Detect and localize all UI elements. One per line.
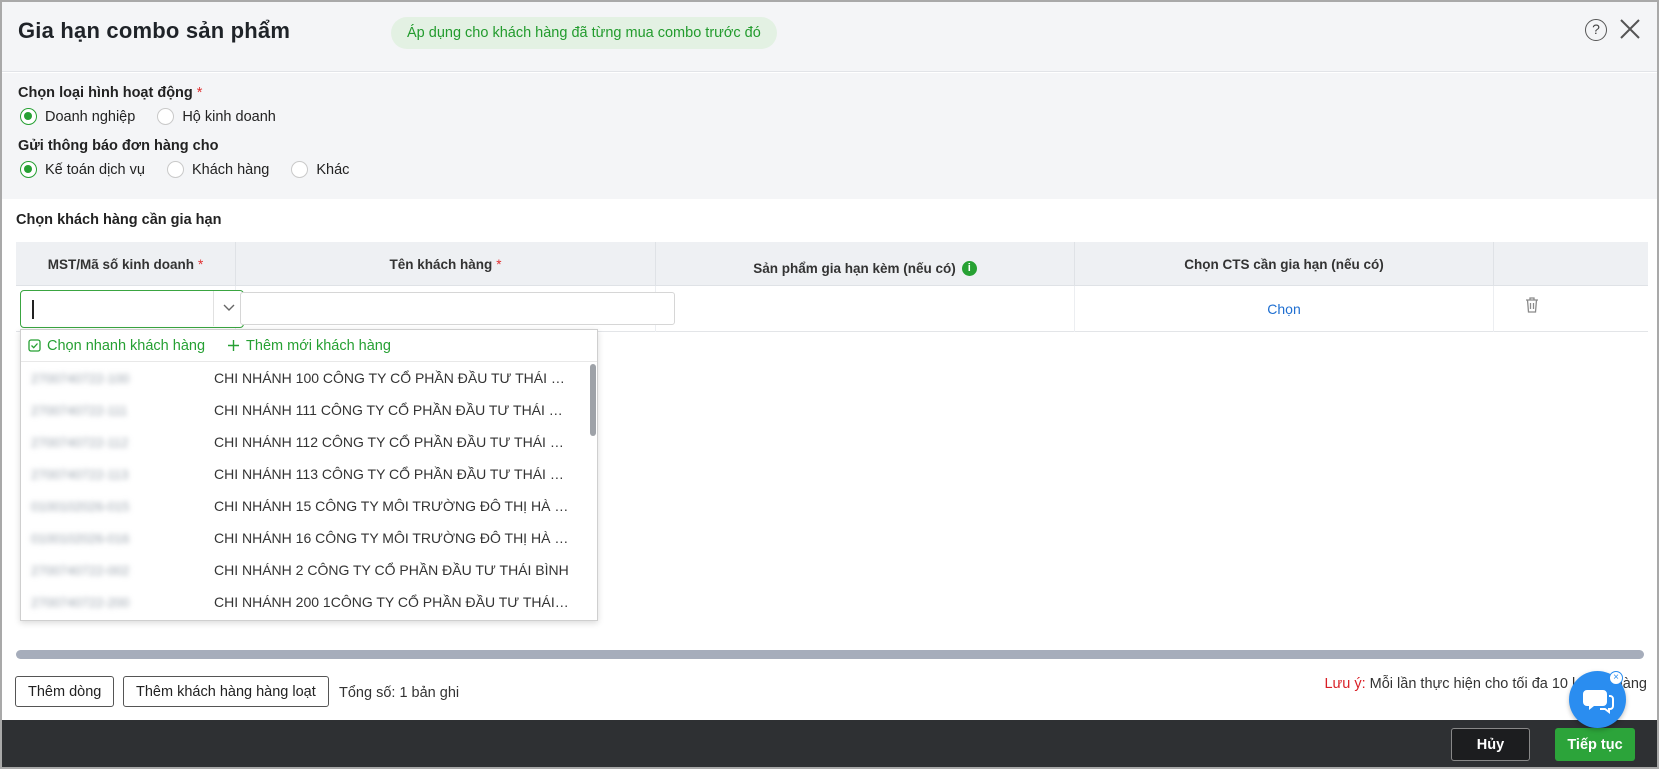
dropdown-actions: Chọn nhanh khách hàng Thêm mới khách hàn…	[21, 330, 597, 362]
dialog-title: Gia hạn combo sản phẩm	[18, 18, 291, 43]
col-product: Sản phẩm gia hạn kèm (nếu có) i	[656, 242, 1075, 286]
choose-cts-link[interactable]: Chọn	[1267, 301, 1300, 317]
settings-section: Chọn loại hình hoạt động * Doanh nghiệp H…	[2, 73, 1657, 199]
col-customer-name: Tên khách hàng *	[236, 242, 656, 286]
customers-section-label: Chọn khách hàng cần gia hạn	[16, 212, 222, 228]
cancel-button[interactable]: Hủy	[1451, 728, 1530, 761]
add-customer-button[interactable]: Thêm mới khách hàng	[227, 338, 391, 354]
dialog-header: Gia hạn combo sản phẩm Áp dụng cho khách…	[2, 2, 1657, 72]
table-header: MST/Mã số kinh doanh * Tên khách hàng * Sả…	[16, 242, 1648, 286]
activity-type-radio-group: Doanh nghiệp Hộ kinh doanh	[20, 108, 298, 125]
plus-icon	[228, 340, 240, 351]
note-label: Lưu ý:	[1324, 676, 1366, 692]
col-tax-code: MST/Mã số kinh doanh *	[16, 242, 236, 286]
list-item[interactable]: 2700740722-113 CHI NHÁNH 113 CÔNG TY CỔ P…	[21, 458, 597, 490]
list-item[interactable]: 2700740722-111 CHI NHÁNH 111 CÔNG TY CỔ P…	[21, 394, 597, 426]
chat-close-icon[interactable]: ×	[1609, 671, 1623, 685]
text-cursor	[32, 300, 34, 319]
dialog-footer: Hủy Tiếp tục	[2, 720, 1657, 767]
radio-unchecked-icon	[157, 108, 175, 125]
list-item[interactable]: 2700740722-100 CHI NHÁNH 100 CÔNG TY CỔ P…	[21, 362, 597, 394]
info-pill: Áp dụng cho khách hàng đã từng mua combo…	[391, 17, 777, 49]
list-item[interactable]: 2700740722-200 CHI NHÁNH 200 1CÔNG TY CỔ …	[21, 586, 597, 618]
checkbox-check-icon	[28, 339, 41, 352]
notify-label: Gửi thông báo đơn hàng cho	[18, 138, 219, 154]
add-bulk-customers-button[interactable]: Thêm khách hàng hàng loạt	[123, 676, 329, 707]
customer-name-input[interactable]	[240, 292, 675, 325]
quick-pick-button[interactable]: Chọn nhanh khách hàng	[28, 338, 205, 354]
dropdown-scrollbar[interactable]	[590, 364, 596, 436]
list-item[interactable]: 0100102026-015 CHI NHÁNH 15 CÔNG TY MÔI T…	[21, 490, 597, 522]
notify-radio-group: Kế toán dịch vụ Khách hàng Khác	[20, 161, 371, 178]
list-item[interactable]: 2700740722-112 CHI NHÁNH 112 CÔNG TY CỔ P…	[21, 426, 597, 458]
cell-customer-name	[236, 286, 675, 332]
radio-khac[interactable]: Khác	[291, 161, 349, 178]
tax-code-combobox[interactable]	[20, 290, 244, 328]
radio-checked-icon	[20, 161, 37, 178]
radio-ho-kinh-doanh[interactable]: Hộ kinh doanh	[157, 108, 276, 125]
continue-button[interactable]: Tiếp tục	[1555, 728, 1635, 761]
cell-cts: Chọn	[1075, 286, 1494, 332]
chevron-down-icon	[223, 304, 235, 311]
radio-checked-icon	[20, 108, 37, 125]
activity-type-label: Chọn loại hình hoạt động *	[18, 85, 203, 101]
radio-unchecked-icon	[291, 161, 309, 178]
customers-table: MST/Mã số kinh doanh * Tên khách hàng * Sả…	[16, 242, 1648, 332]
close-icon[interactable]	[1617, 16, 1643, 42]
renew-combo-dialog: Gia hạn combo sản phẩm Áp dụng cho khách…	[0, 0, 1659, 769]
table-horizontal-scrollbar[interactable]	[16, 650, 1644, 659]
table-row: Chọn	[16, 286, 1648, 332]
total-records: Tổng số: 1 bản ghi	[339, 685, 460, 701]
trash-icon[interactable]	[1524, 296, 1540, 317]
radio-doanh-nghiep[interactable]: Doanh nghiệp	[20, 108, 135, 125]
cell-tax-code	[16, 286, 244, 332]
add-row-button[interactable]: Thêm dòng	[15, 676, 115, 707]
col-cts: Chọn CTS cần gia hạn (nếu có)	[1075, 242, 1494, 286]
radio-khach-hang[interactable]: Khách hàng	[166, 161, 269, 178]
question-circle-icon[interactable]: ?	[1585, 19, 1607, 41]
dropdown-list: 2700740722-100 CHI NHÁNH 100 CÔNG TY CỔ P…	[21, 362, 597, 620]
radio-ke-toan-dich-vu[interactable]: Kế toán dịch vụ	[20, 161, 145, 178]
cell-actions	[1494, 286, 1648, 332]
radio-unchecked-icon	[166, 161, 184, 178]
customer-dropdown: Chọn nhanh khách hàng Thêm mới khách hàn…	[20, 329, 598, 621]
cell-product	[656, 286, 1075, 332]
list-item[interactable]: 0100102026-016 CHI NHÁNH 16 CÔNG TY MÔI T…	[21, 522, 597, 554]
info-icon[interactable]: i	[961, 260, 977, 276]
col-actions	[1494, 242, 1648, 286]
list-item[interactable]: 2700740722-002 CHI NHÁNH 2 CÔNG TY CỔ PHẦ…	[21, 554, 597, 586]
